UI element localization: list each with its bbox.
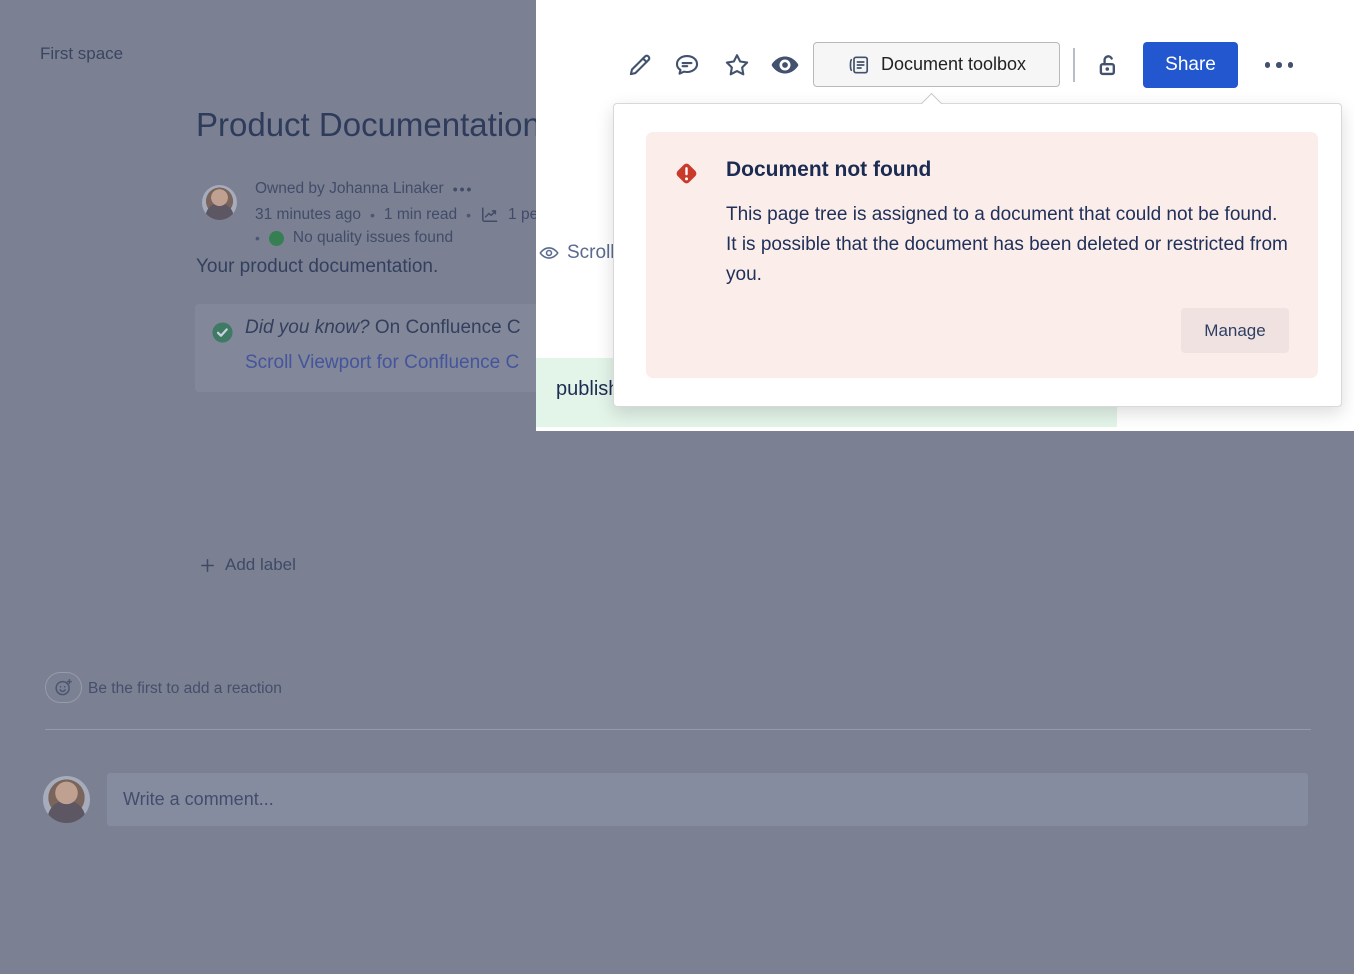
document-not-found-alert: Document not found This page tree is ass… — [646, 132, 1318, 378]
byline-quality-row: • No quality issues found — [255, 229, 453, 247]
document-toolbox-icon — [847, 53, 871, 77]
page-intro-text: Your product documentation. — [196, 256, 438, 278]
popup-arrow — [921, 92, 942, 113]
document-toolbox-popup: Document not found This page tree is ass… — [613, 103, 1342, 407]
edit-pencil-icon[interactable] — [622, 47, 658, 83]
add-reaction-button[interactable] — [45, 672, 82, 703]
spotlight-region: Scroll V publish — [536, 0, 1354, 431]
alert-title: Document not found — [726, 158, 931, 182]
comments-divider — [45, 729, 1311, 730]
comment-placeholder: Write a comment... — [123, 789, 274, 810]
status-green-dot — [269, 231, 284, 246]
space-name: First space — [40, 44, 123, 64]
more-icon[interactable] — [1257, 48, 1301, 82]
share-button[interactable]: Share — [1143, 42, 1238, 88]
panel-link[interactable]: Scroll Viewport for Confluence C — [245, 352, 519, 374]
watch-eye-icon[interactable] — [767, 47, 803, 83]
unlock-icon[interactable] — [1088, 47, 1124, 83]
byline-meta-row: 31 minutes ago • 1 min read • 1 pe — [255, 205, 538, 224]
alert-body: This page tree is assigned to a document… — [726, 200, 1291, 290]
panel-text: On Confluence C — [370, 317, 521, 338]
toolbar-divider — [1073, 48, 1075, 82]
byline-owner-row: Owned by Johanna Linaker ••• — [255, 180, 473, 198]
comment-input[interactable]: Write a comment... — [107, 773, 1308, 826]
error-diamond-icon — [672, 159, 701, 188]
plus-icon — [199, 557, 216, 574]
emoji-reaction-icon — [53, 677, 74, 698]
document-toolbox-button[interactable]: Document toolbox — [813, 42, 1060, 87]
analytics-icon — [480, 205, 499, 224]
comment-icon[interactable] — [669, 47, 705, 83]
owner-avatar — [202, 185, 237, 220]
add-label-button[interactable]: Add label — [199, 555, 296, 575]
check-circle-icon — [211, 321, 234, 344]
reaction-prompt: Be the first to add a reaction — [88, 680, 282, 698]
views-count: 1 pe — [508, 206, 538, 224]
current-user-avatar — [43, 776, 90, 823]
star-icon[interactable] — [719, 47, 755, 83]
manage-button[interactable]: Manage — [1181, 308, 1289, 353]
confluence-page-with-spotlight: First space Product Documentation Owned … — [0, 0, 1354, 974]
quality-status: No quality issues found — [293, 229, 453, 247]
eye-icon — [538, 242, 560, 264]
owner-label: Owned by Johanna Linaker — [255, 180, 444, 198]
page-title: Product Documentation — [196, 106, 541, 144]
time-ago: 31 minutes ago — [255, 206, 361, 224]
read-time: 1 min read — [384, 206, 457, 224]
panel-lead: Did you know? — [245, 317, 370, 338]
owner-more-button[interactable]: ••• — [453, 181, 474, 197]
publish-text: publish — [556, 378, 619, 401]
